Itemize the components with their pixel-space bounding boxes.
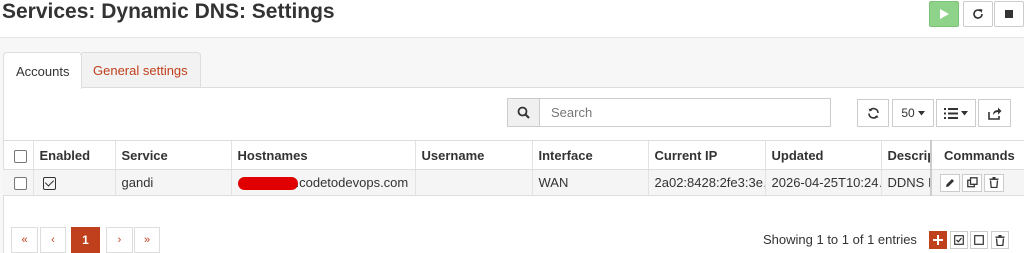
select-all-checkbox[interactable] [14,149,27,163]
column-header-interface[interactable]: Interface [531,140,648,170]
column-header-updated[interactable]: Updated [764,140,881,170]
page-size-value: 50 [901,106,915,120]
trash-icon [989,177,999,188]
stop-icon [1005,10,1013,18]
column-header-hostnames[interactable]: Hostnames [230,140,415,170]
column-header-username[interactable]: Username [414,140,532,170]
restart-icon [973,9,983,19]
next-page-button[interactable]: › [106,227,133,253]
trash-icon [995,234,1005,246]
export-button[interactable] [978,99,1011,127]
enable-selected-button[interactable] [950,231,968,249]
enabled-check-icon[interactable] [42,177,56,191]
disable-selected-button[interactable] [970,231,988,249]
entries-info: Showing 1 to 1 of 1 entries [763,232,917,247]
play-icon [940,9,949,19]
description-cell: DDNS IPv [880,169,931,196]
accounts-table: Enabled Service Hostnames Username Inter… [3,140,1024,196]
edit-button[interactable] [940,173,960,192]
stop-service-button[interactable] [994,1,1024,27]
tab-general-settings[interactable]: General settings [80,52,201,88]
caret-down-icon [917,110,925,115]
redaction-mark [237,177,298,191]
tab-accounts[interactable]: Accounts [3,52,83,89]
commands-cell [930,169,1024,196]
columns-dropdown[interactable] [936,99,976,127]
search-input[interactable] [539,98,831,127]
page-1-button[interactable]: 1 [71,227,100,253]
refresh-icon [867,107,879,119]
row-select-checkbox[interactable] [14,177,27,191]
clone-button[interactable] [962,173,982,192]
page-size-dropdown[interactable]: 50 [892,99,934,127]
search-icon [517,106,530,119]
plus-icon [933,235,943,245]
column-header-description[interactable]: Descript [880,140,931,170]
add-button[interactable] [929,231,947,249]
previous-page-button[interactable]: ‹ [40,227,66,253]
hostname-text: .codetodevops.com [295,174,409,190]
hostname-cell: .codetodevops.com [230,169,415,196]
restart-service-button[interactable] [963,1,993,27]
copy-icon [966,177,978,188]
column-header-commands: Commands [930,140,1024,170]
row-select-cell [3,169,33,196]
select-all-cell [3,140,33,170]
columns-list-icon [944,107,958,119]
refresh-button[interactable] [857,99,889,127]
delete-selected-button[interactable] [991,231,1009,249]
search-button[interactable] [507,98,540,127]
start-service-button[interactable] [929,1,959,27]
username-cell [414,169,532,196]
updated-cell: 2026-04-25T10:24… [764,169,881,196]
page-header: Services: Dynamic DNS: Settings [0,0,1024,38]
column-header-enabled[interactable]: Enabled [32,140,115,170]
table-header-row: Enabled Service Hostnames Username Inter… [3,140,1024,170]
table-row[interactable]: gandi .codetodevops.com WAN 2a02:8428:2f… [3,169,1024,196]
enabled-cell [32,169,115,196]
last-page-button[interactable]: » [134,227,160,253]
pencil-icon [946,178,954,187]
export-icon [987,107,1001,120]
service-cell: gandi [114,169,231,196]
check-square-icon [954,235,964,245]
interface-cell: WAN [531,169,648,196]
first-page-button[interactable]: « [11,227,38,253]
column-header-current-ip[interactable]: Current IP [647,140,765,170]
column-header-service[interactable]: Service [114,140,231,170]
page-title: Services: Dynamic DNS: Settings [2,0,335,23]
tab-bar: Accounts General settings [0,52,1024,89]
caret-down-icon [961,110,968,115]
delete-button[interactable] [984,173,1004,192]
square-icon [974,235,984,245]
current-ip-cell: 2a02:8428:2fe3:3e… [647,169,765,196]
